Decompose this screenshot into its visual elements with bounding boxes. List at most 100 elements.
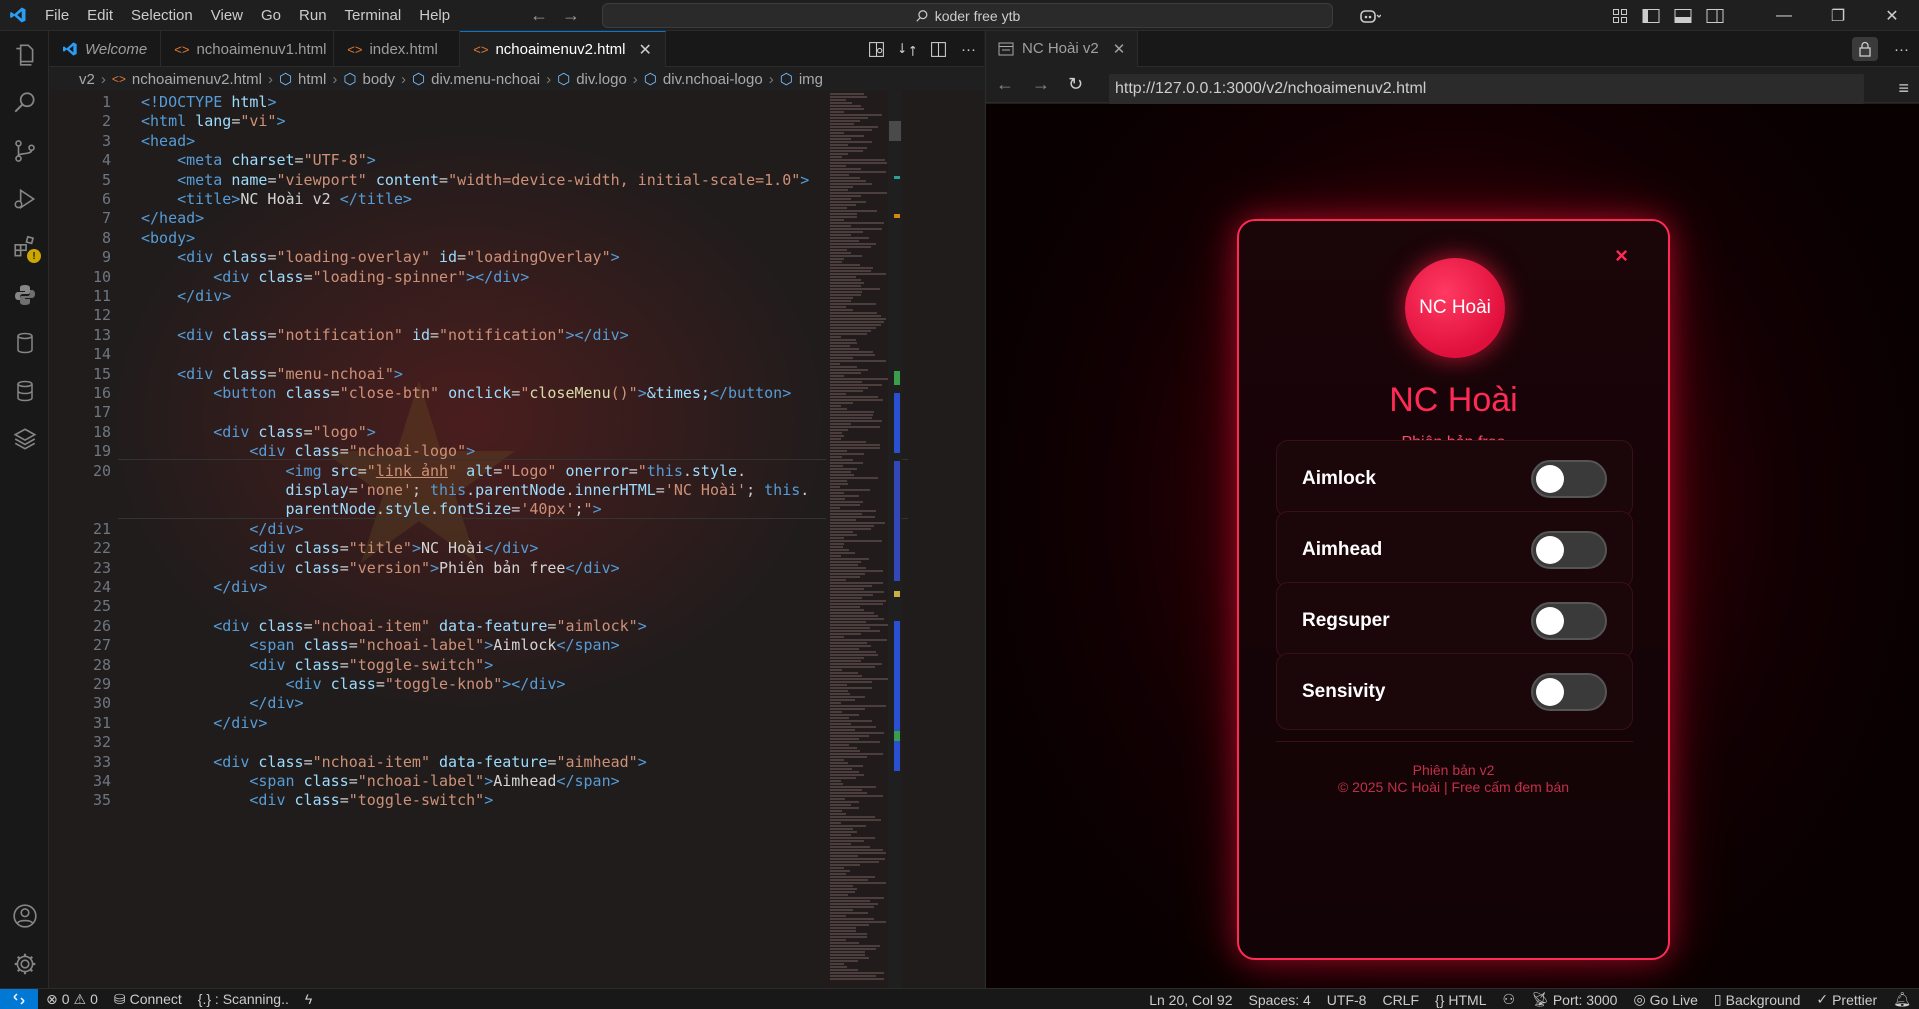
code-text: <title>NC Hoài v2 </title> bbox=[177, 190, 412, 208]
database-icon[interactable] bbox=[0, 319, 49, 367]
code-line: 29 <div class="toggle-knob"></div> bbox=[49, 675, 879, 694]
close-icon[interactable]: × bbox=[1615, 243, 1628, 269]
background-status[interactable]: ▯ Background bbox=[1706, 991, 1808, 1008]
line-number: 3 bbox=[101, 131, 111, 150]
explorer-icon[interactable] bbox=[0, 31, 49, 79]
run-debug-icon[interactable] bbox=[0, 175, 49, 223]
breadcrumb-item[interactable]: div.logo bbox=[576, 71, 627, 88]
tab-nchoaimenuv2[interactable]: <> nchoaimenuv2.html ✕ bbox=[460, 31, 666, 67]
forward-arrow-icon[interactable]: → bbox=[1032, 74, 1050, 95]
menu-file[interactable]: File bbox=[36, 0, 78, 31]
reload-icon[interactable]: ↻ bbox=[1068, 74, 1083, 95]
menu-edit[interactable]: Edit bbox=[78, 0, 122, 31]
problems-status[interactable]: ⊗ 0 ⚠ 0 bbox=[38, 991, 106, 1008]
menu-selection[interactable]: Selection bbox=[122, 0, 202, 31]
close-window-icon[interactable]: ✕ bbox=[1865, 0, 1919, 31]
minimap-line bbox=[830, 210, 878, 212]
forward-arrow-icon[interactable]: → bbox=[562, 5, 580, 26]
port-status[interactable]: 📡︎ Port: 3000 bbox=[1523, 991, 1625, 1008]
browser-tab-actions: ··· bbox=[1852, 31, 1909, 67]
code-text: <div class="menu-nchoai"> bbox=[177, 364, 403, 383]
breadcrumb-item[interactable]: nchoaimenuv2.html bbox=[132, 71, 262, 88]
warning-badge-icon: ! bbox=[27, 249, 41, 263]
toggle-switch[interactable] bbox=[1531, 530, 1607, 569]
breadcrumb-item[interactable]: v2 bbox=[79, 71, 95, 88]
toggle-switch[interactable] bbox=[1531, 672, 1607, 711]
close-tab-icon[interactable]: ✕ bbox=[639, 40, 652, 60]
minimap-line bbox=[830, 552, 855, 554]
tab-nchoaimenuv1[interactable]: <> nchoaimenuv1.html bbox=[161, 31, 335, 67]
check-double-icon: ✓ bbox=[1816, 991, 1829, 1007]
breadcrumb-item[interactable]: html bbox=[298, 71, 326, 88]
python-icon[interactable] bbox=[0, 271, 49, 319]
minimap-line bbox=[830, 108, 865, 110]
toggle-primary-sidebar-icon[interactable] bbox=[1642, 8, 1660, 24]
lock-group-icon[interactable] bbox=[1852, 37, 1878, 61]
encoding-status[interactable]: UTF-8 bbox=[1319, 992, 1375, 1008]
eol-status[interactable]: CRLF bbox=[1374, 992, 1427, 1008]
source-control-icon[interactable] bbox=[0, 127, 49, 175]
remote-indicator-icon[interactable] bbox=[0, 988, 38, 1009]
go-live-button[interactable]: ◎ Go Live bbox=[1625, 991, 1705, 1008]
back-arrow-icon[interactable]: ← bbox=[996, 74, 1014, 95]
customize-layout-icon[interactable] bbox=[1612, 8, 1628, 24]
accounts-icon[interactable] bbox=[0, 892, 49, 940]
tab-index[interactable]: <> index.html bbox=[334, 31, 461, 67]
more-actions-icon[interactable]: ··· bbox=[961, 41, 976, 58]
minimize-icon[interactable]: — bbox=[1757, 0, 1811, 31]
minimap-line bbox=[830, 759, 845, 761]
url-input[interactable]: http://127.0.0.1:3000/v2/nchoaimenuv2.ht… bbox=[1109, 74, 1864, 104]
cursor-position[interactable]: Ln 20, Col 92 bbox=[1141, 992, 1240, 1008]
tab-welcome[interactable]: Welcome bbox=[49, 31, 162, 67]
lightning-icon[interactable]: ϟ bbox=[297, 991, 320, 1007]
toggle-panel-icon[interactable] bbox=[1674, 8, 1692, 24]
toggle-secondary-sidebar-icon[interactable] bbox=[1706, 8, 1724, 24]
menu-terminal[interactable]: Terminal bbox=[336, 0, 411, 31]
breadcrumb-item[interactable]: body bbox=[363, 71, 396, 88]
minimap-line bbox=[830, 189, 849, 191]
minimap-line bbox=[830, 687, 873, 689]
split-editor-icon[interactable] bbox=[930, 41, 947, 58]
close-tab-icon[interactable]: ✕ bbox=[1113, 40, 1126, 58]
tab-nc-hoai-v2[interactable]: NC Hoài v2 ✕ bbox=[986, 31, 1139, 67]
more-actions-icon[interactable]: ··· bbox=[1894, 41, 1909, 58]
layers-icon[interactable] bbox=[0, 415, 49, 463]
language-mode[interactable]: {} HTML bbox=[1427, 992, 1494, 1008]
search-view-icon[interactable] bbox=[0, 79, 49, 127]
menu-view[interactable]: View bbox=[202, 0, 252, 31]
copilot-button[interactable] bbox=[1350, 4, 1390, 27]
settings-gear-icon[interactable] bbox=[0, 940, 49, 988]
breadcrumb-item[interactable]: div.nchoai-logo bbox=[663, 71, 763, 88]
prettier-status[interactable]: ✓ Prettier bbox=[1808, 991, 1885, 1008]
back-arrow-icon[interactable]: ← bbox=[530, 5, 548, 26]
code-line: 24 </div> bbox=[49, 578, 879, 597]
copilot-status-icon[interactable]: ⚇ bbox=[1495, 991, 1524, 1008]
minimap-line bbox=[830, 93, 864, 95]
menu-help[interactable]: Help bbox=[410, 0, 459, 31]
extensions-icon[interactable]: ! bbox=[0, 223, 49, 271]
restore-icon[interactable]: ❐ bbox=[1811, 0, 1865, 31]
breadcrumb-item[interactable]: img bbox=[799, 71, 823, 88]
toggle-switch[interactable] bbox=[1531, 601, 1607, 640]
connect-status[interactable]: ⛁ Connect bbox=[106, 991, 190, 1008]
line-number: 18 bbox=[92, 422, 111, 441]
database-explorer-icon[interactable] bbox=[0, 367, 49, 415]
minimap-line bbox=[830, 834, 852, 836]
notifications-bell-icon[interactable]: 🔔︎ bbox=[1885, 991, 1919, 1008]
scrollbar-thumb[interactable] bbox=[889, 121, 901, 141]
open-preview-icon[interactable] bbox=[868, 41, 885, 58]
minimap-line bbox=[830, 729, 855, 731]
hamburger-menu-icon[interactable]: ≡ bbox=[1898, 78, 1909, 99]
breadcrumb-item[interactable]: div.menu-nchoai bbox=[431, 71, 540, 88]
command-center-search[interactable]: koder free ytb bbox=[602, 3, 1333, 28]
menu-go[interactable]: Go bbox=[252, 0, 290, 31]
menu-run[interactable]: Run bbox=[290, 0, 336, 31]
minimap-line bbox=[830, 558, 869, 560]
indentation-status[interactable]: Spaces: 4 bbox=[1241, 992, 1319, 1008]
code-line: 15 <div class="menu-nchoai"> bbox=[49, 365, 879, 384]
minimap[interactable] bbox=[826, 91, 888, 988]
compare-changes-icon[interactable] bbox=[899, 41, 916, 58]
minimap-line bbox=[830, 381, 862, 383]
toggle-switch[interactable] bbox=[1531, 459, 1607, 498]
